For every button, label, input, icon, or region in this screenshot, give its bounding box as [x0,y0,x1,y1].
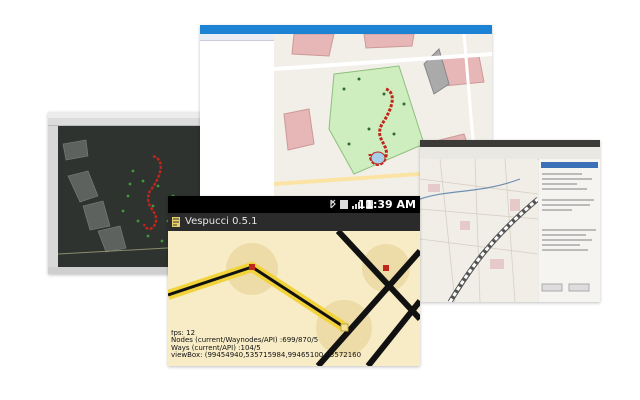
viewbox-readout: viewBox: (99454940,535715984,99465100,53… [171,351,362,360]
window-title-bar [420,140,600,147]
tool-palette [48,126,58,274]
data-icon [340,200,348,209]
android-status-bar: 11:39 AM [168,196,420,213]
app-title-bar: Vespucci 0.5.1 [168,213,420,231]
bluetooth-icon [330,199,336,209]
vespucci-screenshot: 11:39 AM Vespucci 0.5.1 fps: 12 Nodes (c… [168,196,420,366]
app-icon [172,217,180,227]
merkaartor-screenshot [420,140,600,302]
app-title: Vespucci 0.5.1 [185,216,258,227]
properties-dock [539,159,600,302]
properties-sidebar [200,34,275,210]
status-clock: 11:39 AM [357,198,416,211]
merkaartor-map [420,159,538,302]
editor-top-bar [200,25,492,34]
debug-overlay: fps: 12 Nodes (current/Waynodes/API) :69… [171,330,419,360]
toolbar [48,118,203,126]
sidebar-header [200,34,274,41]
